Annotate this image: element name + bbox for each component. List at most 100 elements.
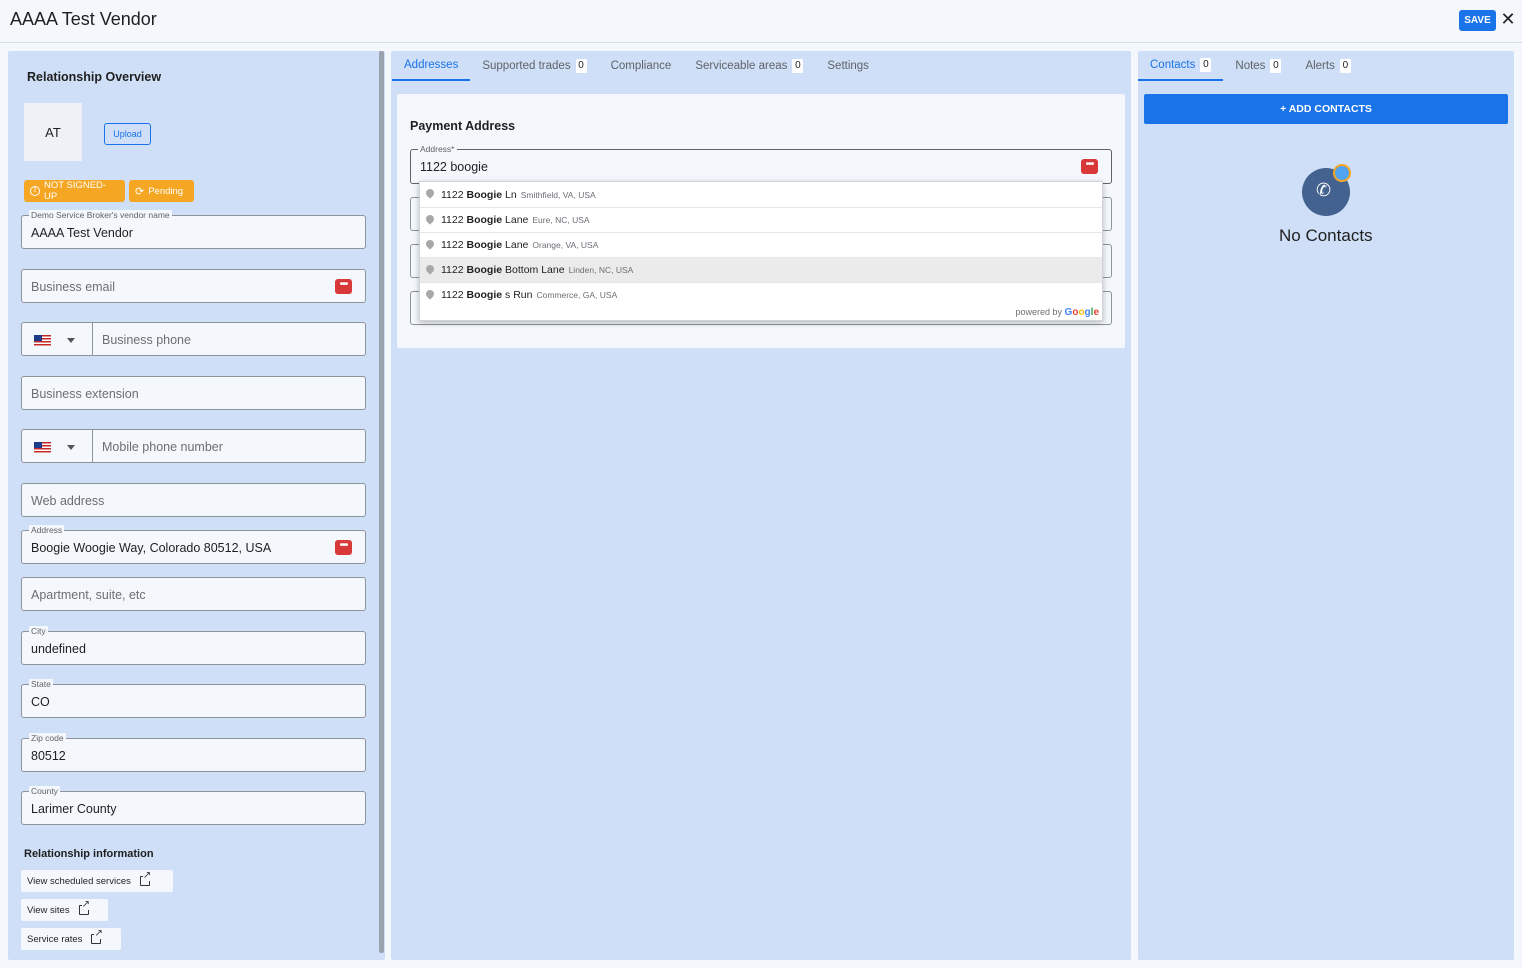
save-button[interactable]: SAVE bbox=[1459, 10, 1496, 31]
field-value: 1122 boogie bbox=[420, 160, 488, 174]
suggestion-prefix: 1122 bbox=[441, 239, 464, 251]
tab-alerts[interactable]: Alerts 0 bbox=[1293, 51, 1362, 81]
link-label: Service rates bbox=[27, 933, 83, 945]
tab-count-badge: 0 bbox=[1339, 59, 1351, 73]
autocomplete-suggestion[interactable]: 1122 Boogie Bottom Lane Linden, NC, USA bbox=[420, 257, 1102, 282]
autocomplete-suggestion[interactable]: 1122 Boogie Lane Eure, NC, USA bbox=[420, 207, 1102, 232]
top-bar: AAAA Test Vendor SAVE ✕ bbox=[0, 0, 1522, 43]
suggestion-match: Boogie bbox=[466, 264, 503, 276]
status-badge-pending: ⟳ Pending bbox=[129, 180, 194, 202]
service-rates-link[interactable]: Service rates bbox=[21, 928, 121, 950]
field-value: Boogie Woogie Way, Colorado 80512, USA bbox=[31, 541, 272, 555]
map-pin-icon bbox=[424, 263, 436, 275]
suggestion-match: Boogie bbox=[466, 188, 503, 201]
tab-serviceable-areas[interactable]: Serviceable areas 0 bbox=[683, 51, 815, 81]
us-flag-icon bbox=[34, 442, 51, 453]
page-title: AAAA Test Vendor bbox=[10, 9, 157, 29]
password-manager-icon[interactable]: ••• bbox=[335, 279, 352, 294]
tab-settings[interactable]: Settings bbox=[815, 51, 881, 81]
suggestion-rest: Lane bbox=[505, 239, 529, 251]
payment-address-input[interactable]: Address* 1122 boogie ••• bbox=[410, 144, 1112, 184]
field-placeholder: Mobile phone number bbox=[102, 440, 223, 454]
county-field[interactable]: County Larimer County bbox=[21, 786, 366, 825]
suggestion-match: Boogie bbox=[466, 289, 503, 301]
suggestion-locality: Eure, NC, USA bbox=[532, 215, 590, 225]
country-code-select[interactable] bbox=[21, 322, 93, 356]
tab-label: Notes bbox=[1235, 60, 1266, 72]
status-badge-label: Pending bbox=[148, 185, 184, 197]
tab-label: Contacts bbox=[1150, 59, 1196, 71]
field-value: AAAA Test Vendor bbox=[31, 226, 133, 240]
middle-tabs: Addresses Supported trades 0 Compliance … bbox=[392, 51, 881, 81]
warning-icon: ! bbox=[30, 186, 40, 196]
external-link-icon bbox=[139, 871, 152, 886]
tab-contacts[interactable]: Contacts 0 bbox=[1138, 51, 1224, 81]
field-label: Demo Service Broker's vendor name bbox=[29, 210, 172, 220]
suggestion-prefix: 1122 bbox=[441, 188, 464, 201]
field-value: undefined bbox=[31, 642, 86, 656]
tab-notes[interactable]: Notes 0 bbox=[1223, 51, 1293, 81]
field-label: Address bbox=[29, 525, 65, 535]
autocomplete-suggestion[interactable]: 1122 Boogie Ln Smithfield, VA, USA bbox=[420, 182, 1102, 207]
field-placeholder: Business email bbox=[31, 280, 116, 294]
field-placeholder: Business extension bbox=[31, 387, 139, 401]
link-label: View scheduled services bbox=[27, 875, 131, 887]
city-field[interactable]: City undefined bbox=[21, 626, 366, 665]
zip-code-field[interactable]: Zip code 80512 bbox=[21, 733, 366, 772]
mobile-phone-input[interactable]: Mobile phone number bbox=[92, 429, 366, 463]
autocomplete-suggestion[interactable]: 1122 Boogie s Run Commerce, GA, USA bbox=[420, 282, 1102, 307]
notification-dot-icon bbox=[1333, 164, 1351, 182]
map-pin-icon bbox=[424, 238, 436, 250]
view-sites-link[interactable]: View sites bbox=[21, 899, 108, 921]
business-email-field[interactable]: Business email ••• bbox=[21, 269, 366, 303]
us-flag-icon bbox=[34, 335, 51, 346]
view-scheduled-services-link[interactable]: View scheduled services bbox=[21, 870, 173, 892]
business-phone-group: Business phone bbox=[21, 322, 366, 356]
suggestion-locality: Linden, NC, USA bbox=[568, 265, 634, 275]
upload-button[interactable]: Upload bbox=[104, 123, 151, 145]
vendor-name-field[interactable]: Demo Service Broker's vendor name AAAA T… bbox=[21, 210, 366, 249]
add-contacts-button[interactable]: + ADD CONTACTS bbox=[1144, 94, 1508, 124]
close-icon[interactable]: ✕ bbox=[1500, 9, 1516, 29]
field-value: 80512 bbox=[31, 749, 66, 763]
field-placeholder: Business phone bbox=[102, 333, 191, 347]
google-logo-text: Google bbox=[1064, 307, 1099, 318]
field-label: Address* bbox=[418, 144, 457, 154]
address-field[interactable]: Address Boogie Woogie Way, Colorado 8051… bbox=[21, 525, 366, 564]
field-placeholder: Apartment, suite, etc bbox=[31, 588, 146, 602]
field-label: County bbox=[29, 786, 60, 796]
chevron-down-icon bbox=[67, 445, 75, 450]
payment-address-title: Payment Address bbox=[410, 119, 516, 133]
external-link-icon bbox=[91, 929, 103, 944]
tab-compliance[interactable]: Compliance bbox=[599, 51, 684, 81]
relationship-information-title: Relationship information bbox=[24, 848, 154, 860]
tab-label: Supported trades bbox=[482, 60, 571, 72]
autocomplete-suggestion[interactable]: 1122 Boogie Lane Orange, VA, USA bbox=[420, 232, 1102, 257]
tab-label: Settings bbox=[827, 60, 869, 72]
map-pin-icon bbox=[424, 213, 436, 225]
tab-addresses[interactable]: Addresses bbox=[392, 51, 471, 81]
map-pin-icon bbox=[424, 187, 436, 199]
suggestion-locality: Orange, VA, USA bbox=[532, 240, 599, 250]
password-manager-icon[interactable]: ••• bbox=[1081, 159, 1098, 174]
relationship-overview-title: Relationship Overview bbox=[27, 70, 162, 84]
business-extension-field[interactable]: Business extension bbox=[21, 376, 366, 410]
phone-glyph: ✆ bbox=[1316, 180, 1332, 200]
map-pin-icon bbox=[424, 288, 436, 300]
left-panel-scrollbar[interactable] bbox=[379, 51, 384, 953]
state-field[interactable]: State CO bbox=[21, 679, 366, 718]
password-manager-icon[interactable]: ••• bbox=[335, 540, 352, 555]
tab-supported-trades[interactable]: Supported trades 0 bbox=[470, 51, 598, 81]
status-badge-not-signed-up: ! NOT SIGNED-UP bbox=[24, 180, 125, 202]
empty-state-text: No Contacts bbox=[1279, 226, 1373, 245]
tab-count-badge: 0 bbox=[792, 59, 804, 73]
tab-count-badge: 0 bbox=[575, 59, 587, 73]
apartment-field[interactable]: Apartment, suite, etc bbox=[21, 577, 366, 611]
tab-label: Alerts bbox=[1305, 60, 1335, 72]
country-code-select[interactable] bbox=[21, 429, 93, 463]
tab-label: Serviceable areas bbox=[695, 60, 788, 72]
web-address-field[interactable]: Web address bbox=[21, 483, 366, 517]
business-phone-input[interactable]: Business phone bbox=[92, 322, 366, 356]
mobile-phone-group: Mobile phone number bbox=[21, 429, 366, 463]
right-tabs: Contacts 0 Notes 0 Alerts 0 bbox=[1138, 51, 1363, 81]
